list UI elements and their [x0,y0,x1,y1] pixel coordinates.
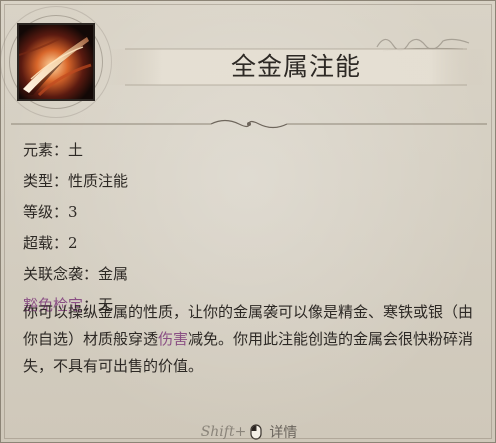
ability-tooltip: 全金属注能 元素：土 类型：性质注能 等级：3 超载：2 关联念袭：金属 豁免检… [0,0,496,443]
property-value: 3 [68,203,78,221]
property-label: 超载 [23,234,54,252]
property-separator: ： [83,265,99,283]
metal-blade-icon [17,23,95,101]
property-separator: ： [53,203,69,221]
title-banner: 全金属注能 [105,33,487,99]
property-value: 金属 [98,265,129,283]
property-label: 等级 [23,203,54,221]
property-separator: ： [53,234,69,252]
property-associated-blast: 关联念袭：金属 [23,259,483,290]
mouse-icon [250,423,262,440]
property-label: 类型 [23,172,54,190]
property-separator: ： [53,172,69,190]
property-label: 元素 [23,141,54,159]
property-label: 关联念袭 [23,265,84,283]
shift-key-label: Shift+ [200,423,247,440]
properties-list: 元素：土 类型：性质注能 等级：3 超载：2 关联念袭：金属 豁免检定：无 [23,135,483,321]
damage-reduction-link[interactable]: 伤害 [158,330,188,348]
tooltip-header: 全金属注能 [1,1,495,121]
details-label: 详情 [269,424,298,441]
property-value: 土 [68,141,84,159]
ability-title: 全金属注能 [230,52,361,81]
property-value: 2 [68,234,78,252]
property-type: 类型：性质注能 [23,166,483,197]
property-value: 性质注能 [68,172,129,190]
tooltip-footer: Shift+ 详情 [1,419,495,442]
property-element: 元素：土 [23,135,483,166]
ability-description: 你可以操纵金属的性质，让你的金属袭可以像是精金、寒铁或银（由你自选）材质般穿透伤… [23,299,483,380]
property-overload: 超载：2 [23,228,483,259]
property-level: 等级：3 [23,197,483,228]
ornamental-divider [11,119,487,129]
details-hint[interactable]: Shift+ 详情 [200,419,298,442]
property-separator: ： [53,141,69,159]
